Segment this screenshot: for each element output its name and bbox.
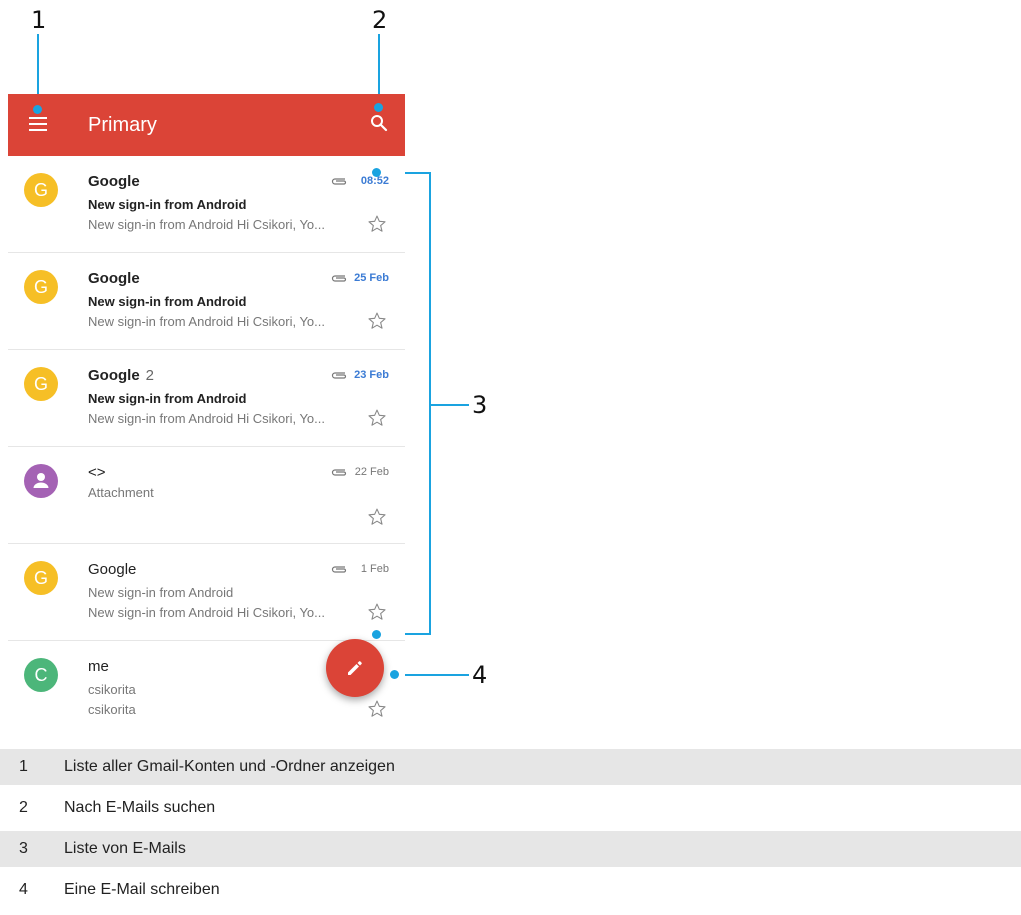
avatar [24,464,58,498]
star-icon[interactable] [367,507,387,527]
email-subject: New sign-in from Android [88,585,234,600]
legend-number: 3 [19,840,28,857]
callout-number-3: 3 [472,391,488,419]
callout-number-1: 1 [31,6,47,34]
email-sender: Google [88,270,140,287]
email-date: 23 Feb [354,369,389,381]
email-sender: Google [88,173,140,190]
legend-number: 4 [19,881,28,898]
star-icon[interactable] [367,602,387,622]
menu-icon[interactable] [29,117,47,131]
thread-count: 2 [145,367,155,384]
callout-line-3 [431,404,469,406]
callout-number-4: 4 [472,661,488,689]
email-row[interactable]: G Google New sign-in from Android New si… [8,156,405,253]
legend-table: 1 Liste aller Gmail-Konten und -Ordner a… [0,749,1021,908]
avatar: G [24,270,58,304]
email-subject: Attachment [88,485,154,500]
email-row[interactable]: G Google New sign-in from Android New si… [8,544,405,641]
callout-dot-3-bottom [372,630,381,639]
email-snippet: csikorita [88,702,136,717]
email-subject: New sign-in from Android [88,391,247,406]
avatar: G [24,173,58,207]
email-sender: Google [88,561,137,578]
compose-button[interactable] [326,639,384,697]
callout-dot-1 [33,105,42,114]
pencil-icon [348,661,362,675]
star-icon[interactable] [367,408,387,428]
legend-description: Nach E-Mails suchen [64,799,216,816]
callout-dot-2 [374,103,383,112]
callout-line-4 [395,674,469,676]
toolbar-title: Primary [88,114,157,136]
email-date: 1 Feb [360,563,389,575]
search-icon[interactable] [370,114,388,132]
callout-number-2: 2 [372,6,388,34]
legend-description: Liste aller Gmail-Konten und -Ordner anz… [64,758,395,775]
paperclip-icon [331,372,347,379]
email-row[interactable]: <> Attachment 22 Feb [8,447,405,544]
legend-row: 3 Liste von E-Mails [0,831,1021,867]
email-subject: New sign-in from Android [88,197,247,212]
paperclip-icon [331,566,347,573]
email-date: 25 Feb [354,272,389,284]
email-row[interactable]: G Google New sign-in from Android New si… [8,253,405,350]
callout-dot-3-top [372,168,381,177]
email-sender: Google 2 [88,367,154,384]
email-sender: me [88,658,109,675]
legend-description: Eine E-Mail schreiben [64,881,220,898]
email-sender-name: Google [88,367,140,384]
callout-dot-4 [390,670,399,679]
email-snippet: New sign-in from Android Hi Csikori, Yo.… [88,605,325,620]
legend-row: 1 Liste aller Gmail-Konten und -Ordner a… [0,749,1021,785]
paperclip-icon [331,178,347,185]
legend-row: 4 Eine E-Mail schreiben [0,872,1021,908]
email-snippet: New sign-in from Android Hi Csikori, Yo.… [88,217,325,232]
email-snippet: New sign-in from Android Hi Csikori, Yo.… [88,411,325,426]
star-icon[interactable] [367,311,387,331]
paperclip-icon [331,275,347,282]
email-row[interactable]: G Google 2 New sign-in from Android New s… [8,350,405,447]
avatar: C [24,658,58,692]
email-sender: <> [88,464,106,481]
star-icon[interactable] [367,699,387,719]
avatar: G [24,561,58,595]
email-subject: New sign-in from Android [88,294,247,309]
email-subject: csikorita [88,682,136,697]
legend-description: Liste von E-Mails [64,840,186,857]
app-toolbar: Primary [8,94,405,156]
legend-row: 2 Nach E-Mails suchen [0,790,1021,826]
email-snippet: New sign-in from Android Hi Csikori, Yo.… [88,314,325,329]
legend-number: 1 [19,758,28,775]
avatar: G [24,367,58,401]
paperclip-icon [331,469,347,476]
legend-number: 2 [19,799,28,816]
gmail-screen: Primary G Google New sign-in from Androi… [8,94,405,729]
email-date: 22 Feb [354,466,389,478]
person-icon [33,473,49,488]
star-icon[interactable] [367,214,387,234]
